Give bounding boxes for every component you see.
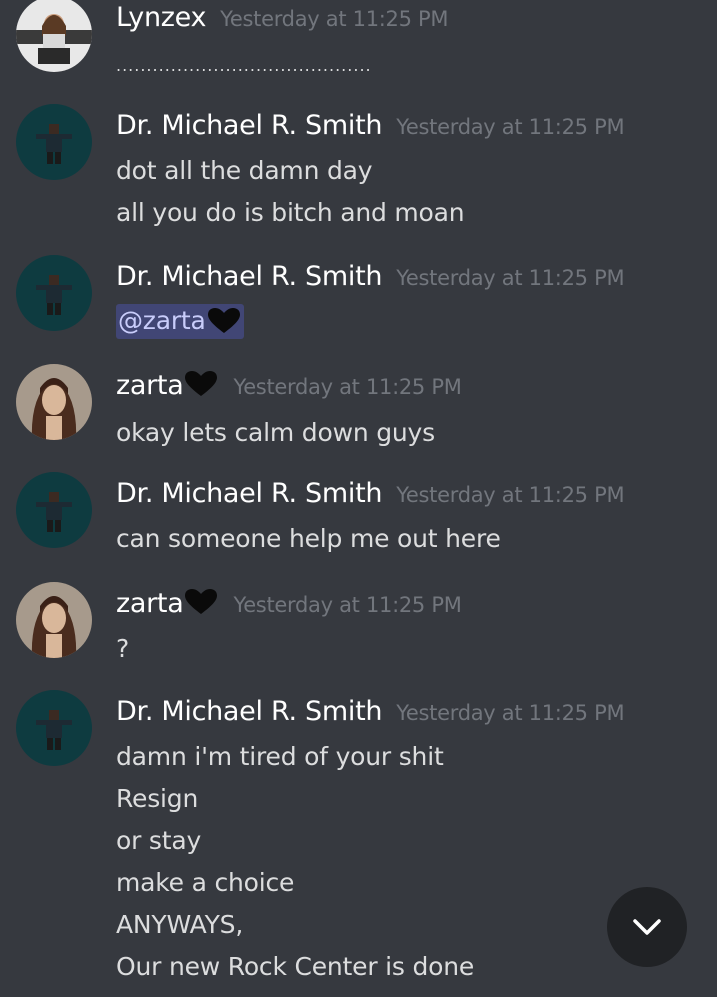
author-name[interactable]: Lynzex [116,2,206,33]
avatar[interactable] [16,690,92,766]
avatar[interactable] [16,582,92,658]
avatar[interactable] [16,255,92,331]
black-heart-icon [183,588,219,616]
black-heart-icon [183,370,219,398]
message-text: @zarta [116,304,244,339]
message-text: Our new Rock Center is done [116,952,475,981]
avatar[interactable] [16,104,92,180]
message-text: dot all the damn day [116,156,373,185]
message-text: make a choice [116,868,295,897]
timestamp: Yesterday at 11:25 PM [233,375,462,399]
avatar[interactable] [16,364,92,440]
message-text: ANYWAYS, [116,910,244,939]
message-text: can someone help me out here [116,524,501,553]
user-mention[interactable]: @zarta [116,304,244,339]
chat-message-list: Lynzex Yesterday at 11:25 PM ...........… [0,0,717,997]
author-name[interactable]: zarta [116,370,219,401]
message-text: Resign [116,784,199,813]
chevron-down-icon [633,919,661,935]
timestamp: Yesterday at 11:25 PM [233,593,462,617]
author-name[interactable]: Dr. Michael R. Smith [116,478,382,509]
message-text: okay lets calm down guys [116,418,435,447]
scroll-to-bottom-button[interactable] [607,887,687,967]
message-text: ? [116,634,130,663]
timestamp: Yesterday at 11:25 PM [396,266,625,290]
message-text: all you do is bitch and moan [116,198,465,227]
timestamp: Yesterday at 11:25 PM [220,7,449,31]
black-heart-icon [206,307,242,335]
author-name[interactable]: Dr. Michael R. Smith [116,696,382,727]
avatar[interactable] [16,0,92,72]
author-name[interactable]: Dr. Michael R. Smith [116,261,382,292]
timestamp: Yesterday at 11:25 PM [396,483,625,507]
message-text: damn i'm tired of your shit [116,742,444,771]
timestamp: Yesterday at 11:25 PM [396,115,625,139]
author-name[interactable]: Dr. Michael R. Smith [116,110,382,141]
message-text: or stay [116,826,202,855]
avatar[interactable] [16,472,92,548]
timestamp: Yesterday at 11:25 PM [396,701,625,725]
message-text: ........................................… [116,56,372,75]
author-name[interactable]: zarta [116,588,219,619]
